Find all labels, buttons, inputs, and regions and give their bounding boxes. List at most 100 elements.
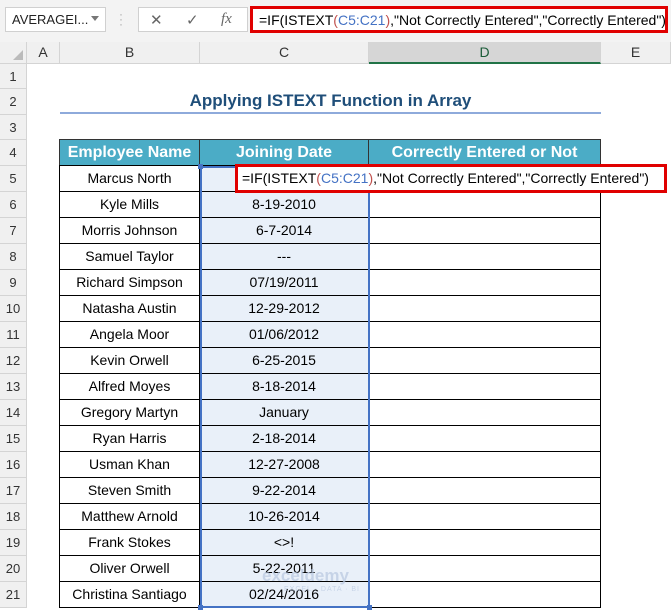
joining-date-cell[interactable]: 07/19/2011	[199, 269, 369, 296]
row-header-7[interactable]: 7	[0, 218, 27, 244]
formula-text: =IF(ISTEXT	[242, 170, 317, 186]
formula-text: ,"Not Correctly Entered","Correctly Ente…	[373, 170, 649, 186]
row-header-15[interactable]: 15	[0, 426, 27, 452]
result-cell[interactable]	[368, 399, 601, 426]
result-cell[interactable]	[368, 321, 601, 348]
insert-function-icon[interactable]: fx	[221, 11, 232, 28]
row-header-21[interactable]: 21	[0, 582, 27, 608]
row-header-18[interactable]: 18	[0, 504, 27, 530]
row-header-1[interactable]: 1	[0, 64, 27, 90]
cell-edit-formula[interactable]: =IF(ISTEXT(C5:C21),"Not Correctly Entere…	[235, 164, 667, 193]
joining-date-cell[interactable]: 9-22-2014	[199, 477, 369, 504]
column-header-d[interactable]: D	[369, 42, 601, 64]
row-header-12[interactable]: 12	[0, 348, 27, 374]
row-header-5[interactable]: 5	[0, 166, 27, 192]
row-header-6[interactable]: 6	[0, 192, 27, 218]
joining-date-cell[interactable]: 6-7-2014	[199, 217, 369, 244]
cancel-icon[interactable]: ✕	[150, 11, 163, 29]
result-cell[interactable]	[368, 347, 601, 374]
employee-name-cell[interactable]: Alfred Moyes	[59, 373, 200, 400]
row-header-10[interactable]: 10	[0, 296, 27, 322]
employee-name-cell[interactable]: Christina Santiago	[59, 581, 200, 608]
employee-name-cell[interactable]: Usman Khan	[59, 451, 200, 478]
employee-name-cell[interactable]: Kyle Mills	[59, 191, 200, 218]
exceldemy-watermark: exceldemy EXCEL · DATA · BI	[262, 566, 360, 593]
row-header-11[interactable]: 11	[0, 322, 27, 348]
employee-name-cell[interactable]: Samuel Taylor	[59, 243, 200, 270]
row-header-2[interactable]: 2	[0, 89, 27, 115]
selection-handle[interactable]	[367, 605, 372, 610]
row-header-13[interactable]: 13	[0, 374, 27, 400]
formula-input[interactable]: =IF(ISTEXT(C5:C21),"Not Correctly Entere…	[250, 6, 668, 33]
column-header-c[interactable]: C	[200, 42, 369, 64]
row-header-8[interactable]: 8	[0, 244, 27, 270]
name-box[interactable]: AVERAGEI...	[5, 7, 106, 32]
row-header-20[interactable]: 20	[0, 556, 27, 582]
employee-name-cell[interactable]: Ryan Harris	[59, 425, 200, 452]
formula-text: =IF(ISTEXT	[259, 12, 334, 28]
row-header-17[interactable]: 17	[0, 478, 27, 504]
chevron-down-icon[interactable]	[91, 16, 99, 21]
result-cell[interactable]	[368, 425, 601, 452]
employee-name-cell[interactable]: Frank Stokes	[59, 529, 200, 556]
watermark-tagline: EXCEL · DATA · BI	[284, 586, 360, 593]
selection-handle[interactable]	[198, 605, 203, 610]
joining-date-cell[interactable]: 8-18-2014	[199, 373, 369, 400]
row-header-4[interactable]: 4	[0, 140, 27, 166]
row-header-16[interactable]: 16	[0, 452, 27, 478]
joining-date-cell[interactable]: <>!	[199, 529, 369, 556]
result-cell[interactable]	[368, 529, 601, 556]
drag-handle-icon[interactable]: · · ·	[119, 8, 123, 30]
column-header-e[interactable]: E	[601, 42, 671, 64]
result-cell[interactable]	[368, 373, 601, 400]
formula-toolbar: AVERAGEI... · · · ✕ ✓ fx =IF(ISTEXT(C5:C21…	[0, 0, 671, 42]
result-cell[interactable]	[368, 555, 601, 582]
employee-name-cell[interactable]: Matthew Arnold	[59, 503, 200, 530]
row-header-19[interactable]: 19	[0, 530, 27, 556]
row-header-9[interactable]: 9	[0, 270, 27, 296]
table-header[interactable]: Correctly Entered or Not	[368, 139, 601, 166]
employee-name-cell[interactable]: Morris Johnson	[59, 217, 200, 244]
result-cell[interactable]	[368, 477, 601, 504]
joining-date-cell[interactable]: 2-18-2014	[199, 425, 369, 452]
result-cell[interactable]	[368, 295, 601, 322]
row-header-14[interactable]: 14	[0, 400, 27, 426]
result-cell[interactable]	[368, 217, 601, 244]
joining-date-cell[interactable]: ---	[199, 243, 369, 270]
row-header-3[interactable]: 3	[0, 114, 27, 140]
sheet-title: Applying ISTEXT Function in Array	[60, 88, 601, 114]
employee-name-cell[interactable]: Angela Moor	[59, 321, 200, 348]
result-cell[interactable]	[368, 191, 601, 218]
employee-name-cell[interactable]: Kevin Orwell	[59, 347, 200, 374]
employee-name-cell[interactable]: Steven Smith	[59, 477, 200, 504]
name-box-value: AVERAGEI...	[12, 12, 89, 27]
enter-icon[interactable]: ✓	[186, 11, 199, 29]
joining-date-cell[interactable]: 10-26-2014	[199, 503, 369, 530]
joining-date-cell[interactable]: 6-25-2015	[199, 347, 369, 374]
result-cell[interactable]	[368, 451, 601, 478]
selection-handle[interactable]	[198, 164, 203, 169]
joining-date-cell[interactable]: 12-29-2012	[199, 295, 369, 322]
employee-name-cell[interactable]: Marcus North	[59, 165, 200, 192]
employee-name-cell[interactable]: Gregory Martyn	[59, 399, 200, 426]
table-header[interactable]: Joining Date	[199, 139, 369, 166]
joining-date-cell[interactable]: 12-27-2008	[199, 451, 369, 478]
joining-date-cell[interactable]: 01/06/2012	[199, 321, 369, 348]
result-cell[interactable]	[368, 269, 601, 296]
employee-name-cell[interactable]: Natasha Austin	[59, 295, 200, 322]
result-cell[interactable]	[368, 581, 601, 608]
watermark-name: exceldemy	[262, 566, 349, 585]
joining-date-cell[interactable]: 8-19-2010	[199, 191, 369, 218]
result-cell[interactable]	[368, 503, 601, 530]
formula-buttons: ✕ ✓ fx	[138, 7, 248, 32]
formula-ref: C5:C21	[337, 12, 386, 28]
column-header-b[interactable]: B	[60, 42, 200, 64]
column-header-a[interactable]: A	[27, 42, 60, 64]
formula-ref: C5:C21	[320, 170, 369, 186]
table-header[interactable]: Employee Name	[59, 139, 200, 166]
employee-name-cell[interactable]: Richard Simpson	[59, 269, 200, 296]
employee-name-cell[interactable]: Oliver Orwell	[59, 555, 200, 582]
joining-date-cell[interactable]: January	[199, 399, 369, 426]
select-all-button[interactable]	[0, 42, 27, 64]
result-cell[interactable]	[368, 243, 601, 270]
